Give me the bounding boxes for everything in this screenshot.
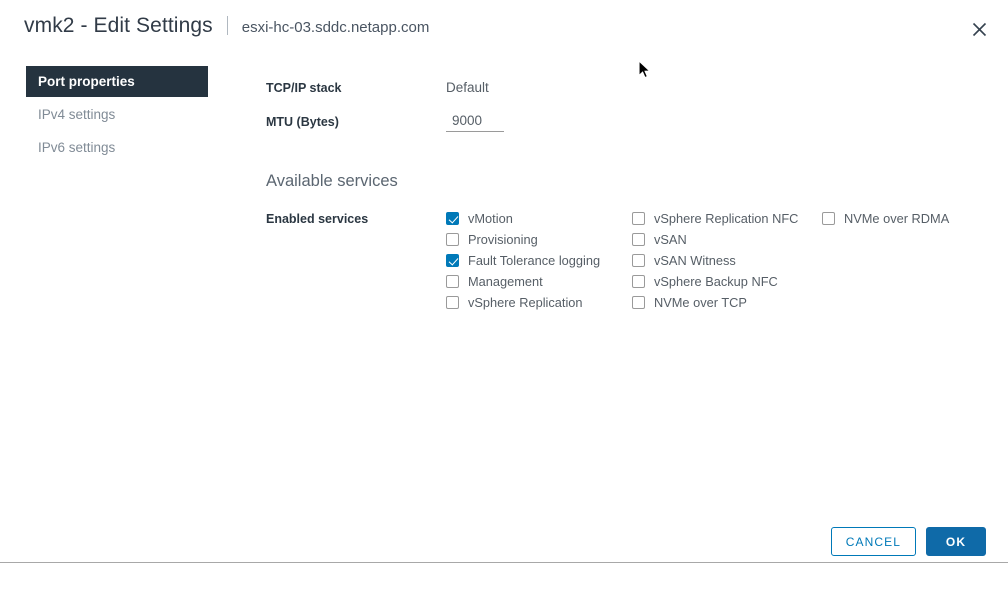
checkbox-label: NVMe over RDMA <box>844 211 950 226</box>
checkbox-row-vmotion[interactable]: vMotion <box>446 208 632 229</box>
checkbox-icon[interactable] <box>632 233 645 246</box>
modal-footer: CANCEL OK <box>0 527 1008 614</box>
checkbox-label: Provisioning <box>468 232 538 247</box>
checkbox-row-vsphere-replication-nfc[interactable]: vSphere Replication NFC <box>632 208 822 229</box>
mouse-cursor <box>638 59 652 80</box>
checkbox-row-vsan[interactable]: vSAN <box>632 229 822 250</box>
checkbox-row-vsphere-backup-nfc[interactable]: vSphere Backup NFC <box>632 271 822 292</box>
checkbox-icon[interactable] <box>632 212 645 225</box>
checkbox-row-nvme-over-tcp[interactable]: NVMe over TCP <box>632 292 822 313</box>
sidebar-item-port-properties[interactable]: Port properties <box>26 66 208 97</box>
checkbox-icon[interactable] <box>446 296 459 309</box>
checkbox-label: vSAN Witness <box>654 253 736 268</box>
checkbox-label: Management <box>468 274 543 289</box>
page-title: vmk2 - Edit Settings <box>24 14 213 37</box>
tcpip-stack-label: TCP/IP stack <box>266 81 342 95</box>
mtu-row: MTU (Bytes) <box>266 112 988 134</box>
services-column-1: vMotion Provisioning Fault Tolerance log… <box>446 208 632 313</box>
mtu-label: MTU (Bytes) <box>266 115 339 129</box>
settings-sidebar: Port properties IPv4 settings IPv6 setti… <box>26 66 208 164</box>
title-group: vmk2 - Edit Settings esxi-hc-03.sddc.net… <box>24 13 429 38</box>
sidebar-item-ipv4-settings[interactable]: IPv4 settings <box>26 99 208 130</box>
checkbox-label: vSphere Replication <box>468 295 583 310</box>
checkbox-icon[interactable] <box>446 254 459 267</box>
services-column-3: NVMe over RDMA <box>822 208 1008 313</box>
checkbox-row-nvme-over-rdma[interactable]: NVMe over RDMA <box>822 208 1008 229</box>
close-icon <box>972 22 987 37</box>
sidebar-item-label: IPv6 settings <box>38 140 116 155</box>
enabled-services-label: Enabled services <box>266 212 369 226</box>
settings-content: TCP/IP stack Default MTU (Bytes) Availab… <box>266 78 988 313</box>
checkbox-icon[interactable] <box>822 212 835 225</box>
close-button[interactable] <box>964 14 994 44</box>
footer-button-group: CANCEL OK <box>830 527 986 556</box>
services-columns: vMotion Provisioning Fault Tolerance log… <box>446 208 1008 313</box>
checkbox-row-fault-tolerance-logging[interactable]: Fault Tolerance logging <box>446 250 632 271</box>
checkbox-icon[interactable] <box>632 275 645 288</box>
checkbox-icon[interactable] <box>446 233 459 246</box>
title-divider <box>226 16 228 35</box>
checkbox-icon[interactable] <box>446 275 459 288</box>
tcpip-stack-value: Default <box>446 80 489 95</box>
cancel-button[interactable]: CANCEL <box>830 527 916 556</box>
checkbox-row-vsphere-replication[interactable]: vSphere Replication <box>446 292 632 313</box>
sidebar-item-label: Port properties <box>38 74 135 89</box>
checkbox-label: vMotion <box>468 211 513 226</box>
sidebar-item-label: IPv4 settings <box>38 107 116 122</box>
checkbox-label: NVMe over TCP <box>654 295 747 310</box>
host-subtitle: esxi-hc-03.sddc.netapp.com <box>241 19 430 36</box>
checkbox-label: vSAN <box>654 232 687 247</box>
ok-button[interactable]: OK <box>926 527 986 556</box>
checkbox-icon[interactable] <box>446 212 459 225</box>
mtu-input[interactable] <box>446 112 504 132</box>
available-services-heading: Available services <box>266 172 398 190</box>
services-column-2: vSphere Replication NFC vSAN vSAN Witnes… <box>632 208 822 313</box>
checkbox-label: vSphere Replication NFC <box>654 211 799 226</box>
modal-header: vmk2 - Edit Settings esxi-hc-03.sddc.net… <box>0 0 1008 58</box>
checkbox-icon[interactable] <box>632 254 645 267</box>
checkbox-label: vSphere Backup NFC <box>654 274 778 289</box>
checkbox-row-vsan-witness[interactable]: vSAN Witness <box>632 250 822 271</box>
checkbox-icon[interactable] <box>632 296 645 309</box>
sidebar-item-ipv6-settings[interactable]: IPv6 settings <box>26 132 208 163</box>
checkbox-label: Fault Tolerance logging <box>468 253 601 268</box>
enabled-services-row: Enabled services vMotion Provisioning Fa… <box>266 208 988 313</box>
checkbox-row-provisioning[interactable]: Provisioning <box>446 229 632 250</box>
tcpip-stack-row: TCP/IP stack Default <box>266 78 988 100</box>
checkbox-row-management[interactable]: Management <box>446 271 632 292</box>
